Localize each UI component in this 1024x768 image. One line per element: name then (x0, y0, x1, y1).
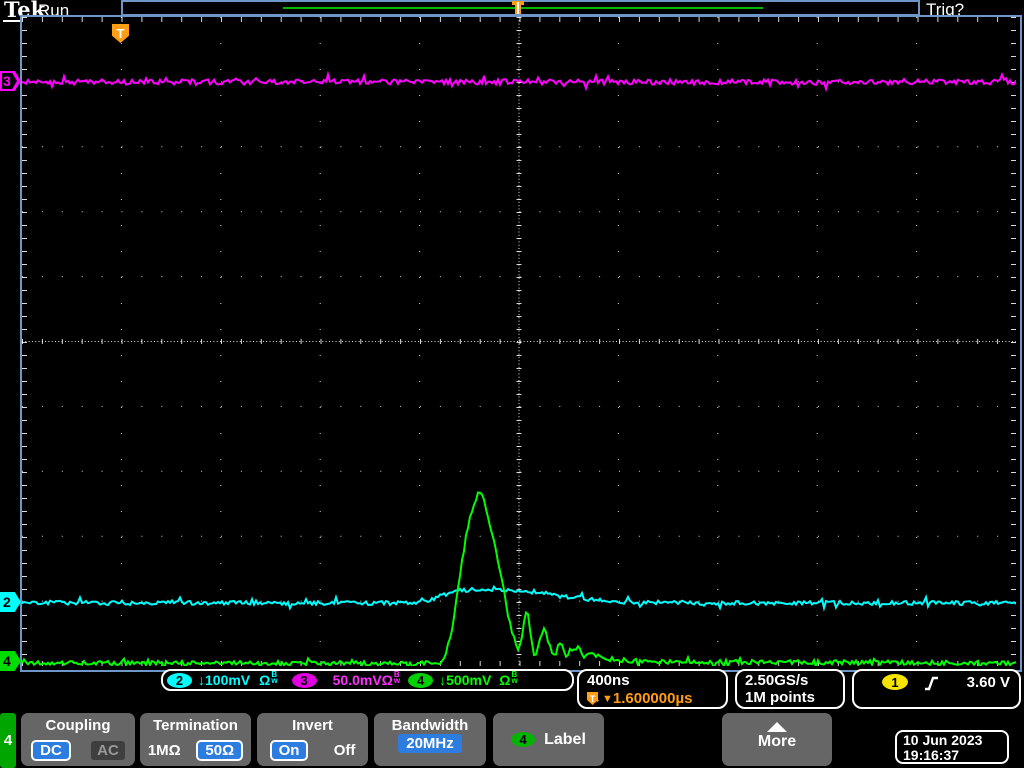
record-length: 1M points (745, 689, 843, 706)
trigger-level: 3.60 V (967, 674, 1019, 691)
trigger-readout: 1 3.60 V (852, 669, 1021, 709)
record-trigger-marker-icon (512, 1, 524, 14)
channel-3-marker: 3 (0, 71, 21, 91)
bandwidth-button[interactable]: Bandwidth 20MHz (374, 713, 486, 766)
ch2-scale: ↓100mV (198, 672, 250, 688)
ch3-impedance: Ω (382, 672, 393, 688)
channel-readouts: 2 ↓100mV Ω Bw 3 50.0mV Ω Bw 4 ↓500mV Ω B… (161, 669, 574, 691)
ch4-badge: 4 (408, 673, 433, 688)
delay-marker-icon: ▼ (602, 693, 613, 705)
datetime-display: 10 Jun 2023 19:16:37 (895, 730, 1009, 764)
delay-value: 1.600000µs (613, 690, 693, 707)
ch2-bw-limit-icon: Bw (271, 672, 277, 684)
graticule (20, 15, 1022, 672)
oscilloscope-screen: Tek Run Trig? T 3 2 4 2 ↓100mV Ω Bw 3 50… (0, 0, 1024, 768)
trigger-source-badge: 1 (882, 674, 908, 690)
bandwidth-value-option[interactable]: 20MHz (398, 734, 462, 753)
time: 19:16:37 (903, 748, 1007, 763)
more-up-arrow-icon (767, 722, 787, 732)
coupling-button[interactable]: Coupling DC AC (21, 713, 135, 766)
date: 10 Jun 2023 (903, 733, 1007, 748)
delay-readout: T → ▼ 1.600000µs (587, 690, 726, 707)
ch3-scale: 50.0mV (333, 672, 382, 688)
label-button[interactable]: 4 Label (493, 713, 604, 766)
waveform-display (22, 17, 1016, 666)
rising-edge-icon (924, 675, 939, 692)
ch3-badge: 3 (292, 673, 317, 688)
ch4-scale: ↓500mV (439, 672, 491, 688)
ch4-impedance: Ω (499, 672, 510, 688)
ch4-bw-limit-icon: Bw (512, 672, 518, 684)
invert-button[interactable]: Invert On Off (257, 713, 368, 766)
coupling-dc-option[interactable]: DC (31, 740, 71, 761)
invert-on-option[interactable]: On (270, 740, 309, 761)
ch2-impedance: Ω (259, 672, 270, 688)
label-channel-badge: 4 (511, 732, 535, 747)
termination-button[interactable]: Termination 1MΩ 50Ω (140, 713, 251, 766)
invert-off-option[interactable]: Off (334, 742, 356, 759)
ch2-badge: 2 (167, 673, 192, 688)
channel-4-marker: 4 (0, 651, 21, 671)
ch3-bw-limit-icon: Bw (394, 672, 400, 684)
acquisition-readout: 2.50GS/s 1M points (735, 669, 845, 709)
sample-rate: 2.50GS/s (745, 672, 843, 689)
termination-50-option[interactable]: 50Ω (196, 740, 243, 761)
more-button[interactable]: More (722, 713, 832, 766)
termination-1m-option[interactable]: 1MΩ (148, 742, 181, 759)
coupling-ac-option[interactable]: AC (91, 741, 125, 760)
menu-channel-tab: 4 (0, 713, 16, 768)
channel-2-marker: 2 (0, 592, 21, 612)
timebase-scale: 400ns (587, 672, 726, 689)
record-view-bar (121, 0, 920, 16)
timebase-readout: 400ns T → ▼ 1.600000µs (577, 669, 728, 709)
